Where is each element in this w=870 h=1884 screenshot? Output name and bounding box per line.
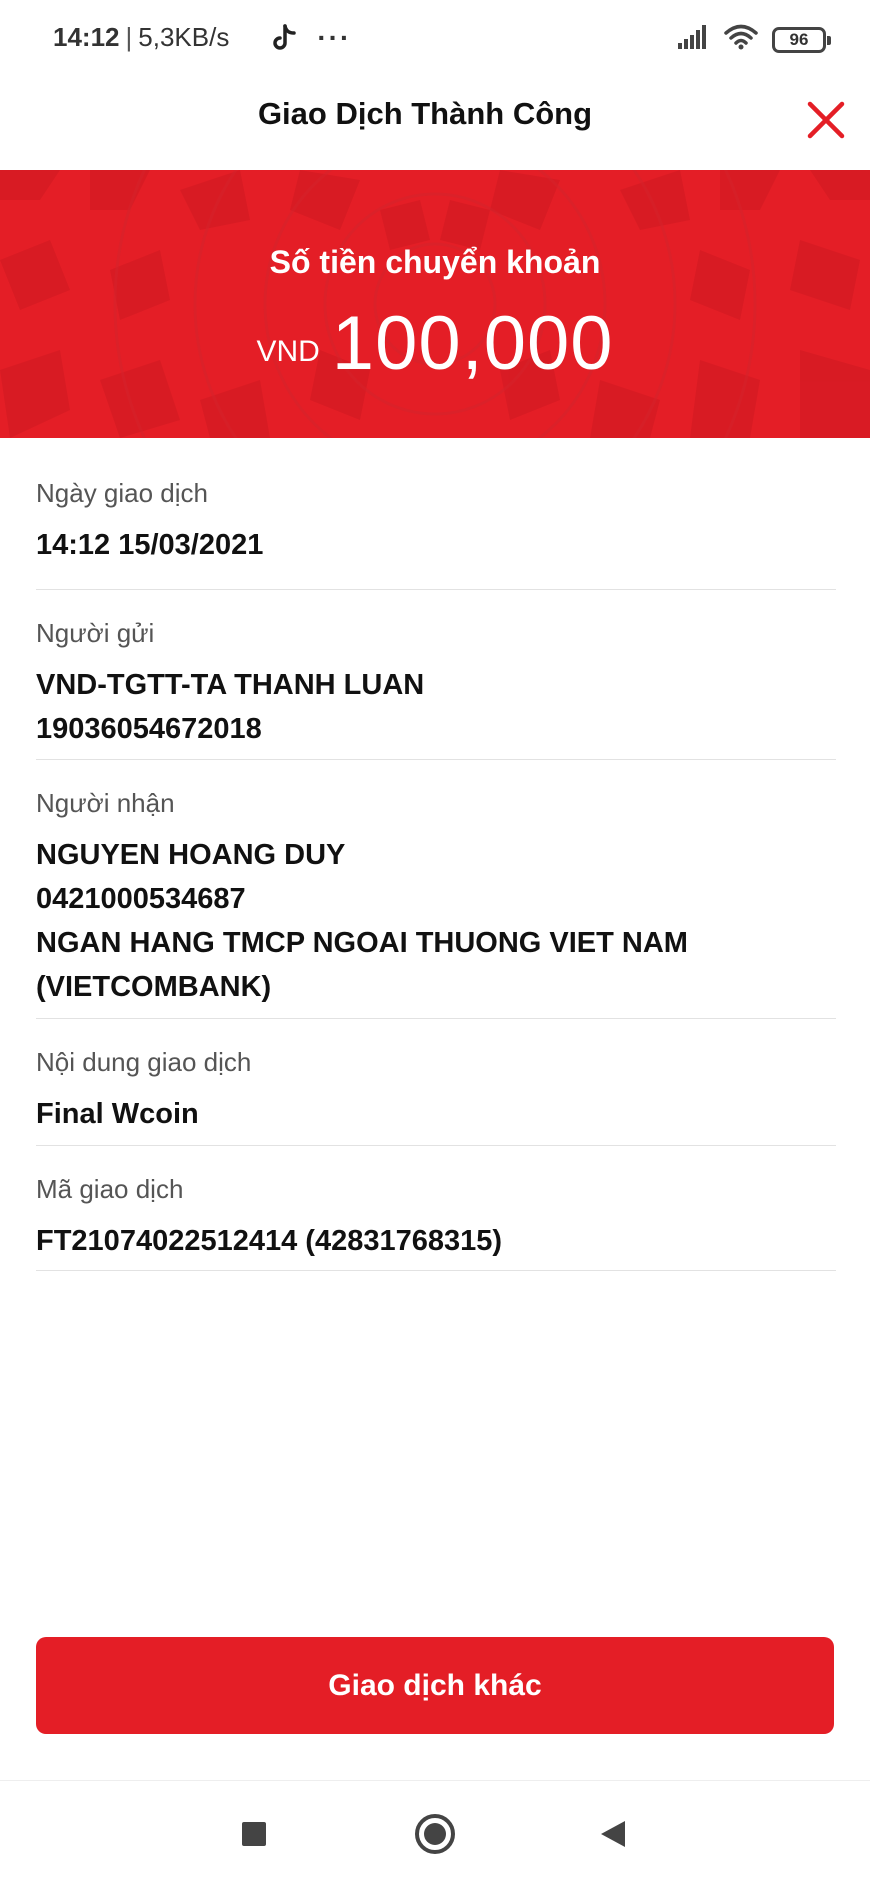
navigation-bar (0, 1781, 870, 1884)
status-bar: 14:12 | 5,3KB/s ··· 96 (0, 0, 870, 78)
header: Giao Dịch Thành Công (0, 78, 870, 170)
more-notifications-icon: ··· (317, 21, 352, 53)
sender-label: Người gửi (36, 618, 155, 648)
receiver-bank: NGAN HANG TMCP NGOAI THUONG VIET NAM (36, 927, 688, 959)
other-transaction-button[interactable]: Giao dịch khác (36, 1637, 834, 1734)
amount-label: Số tiền chuyển khoản (269, 244, 601, 280)
date-value: 14:12 15/03/2021 (36, 529, 264, 561)
recents-button[interactable] (229, 1809, 279, 1859)
close-button[interactable] (804, 98, 848, 142)
content-value: Final Wcoin (36, 1098, 199, 1130)
transaction-details: Ngày giao dịch 14:12 15/03/2021 Người gử… (36, 438, 836, 1271)
detail-row-date: Ngày giao dịch 14:12 15/03/2021 (36, 438, 836, 590)
date-label: Ngày giao dịch (36, 478, 208, 508)
receiver-label: Người nhận (36, 788, 175, 818)
currency-code: VND (256, 335, 320, 368)
receiver-account: 0421000534687 (36, 883, 246, 915)
back-triangle-icon (601, 1821, 625, 1847)
detail-row-content: Nội dung giao dịch Final Wcoin (36, 1019, 836, 1146)
signal-icon (678, 25, 710, 54)
circle-home-icon (415, 1814, 455, 1854)
square-icon (242, 1822, 266, 1846)
wifi-icon (724, 24, 758, 55)
back-button[interactable] (588, 1809, 638, 1859)
receiver-name: NGUYEN HOANG DUY (36, 839, 346, 871)
amount-banner: Số tiền chuyển khoản VND 100,000 (0, 170, 870, 438)
battery-icon: 96 (772, 26, 831, 53)
code-label: Mã giao dịch (36, 1174, 184, 1204)
sender-name: VND-TGTT-TA THANH LUAN (36, 669, 425, 701)
status-separator: | (125, 22, 133, 52)
home-button[interactable] (410, 1809, 460, 1859)
status-time: 14:12 (53, 22, 120, 52)
code-value: FT21074022512414 (42831768315) (36, 1225, 503, 1257)
detail-row-sender: Người gửi VND-TGTT-TA THANH LUAN 1903605… (36, 590, 836, 760)
detail-row-code: Mã giao dịch FT21074022512414 (428317683… (36, 1146, 836, 1271)
status-right: 96 (678, 24, 831, 55)
network-speed: 5,3KB/s (138, 22, 230, 52)
receiver-value: NGUYEN HOANG DUY 0421000534687 NGAN HANG… (36, 833, 836, 1009)
battery-level: 96 (789, 29, 809, 49)
amount-display: VND 100,000 (0, 300, 870, 387)
tiktok-icon (269, 23, 299, 53)
sender-account: 19036054672018 (36, 713, 262, 745)
detail-row-receiver: Người nhận NGUYEN HOANG DUY 042100053468… (36, 760, 836, 1019)
close-icon (807, 101, 845, 139)
amount-value: 100,000 (331, 301, 614, 386)
receiver-bank-short: (VIETCOMBANK) (36, 971, 272, 1003)
content-label: Nội dung giao dịch (36, 1047, 252, 1077)
sender-value: VND-TGTT-TA THANH LUAN 19036054672018 (36, 663, 836, 751)
status-left: 14:12 | 5,3KB/s ··· (53, 22, 351, 53)
page-title: Giao Dịch Thành Công (257, 96, 593, 131)
